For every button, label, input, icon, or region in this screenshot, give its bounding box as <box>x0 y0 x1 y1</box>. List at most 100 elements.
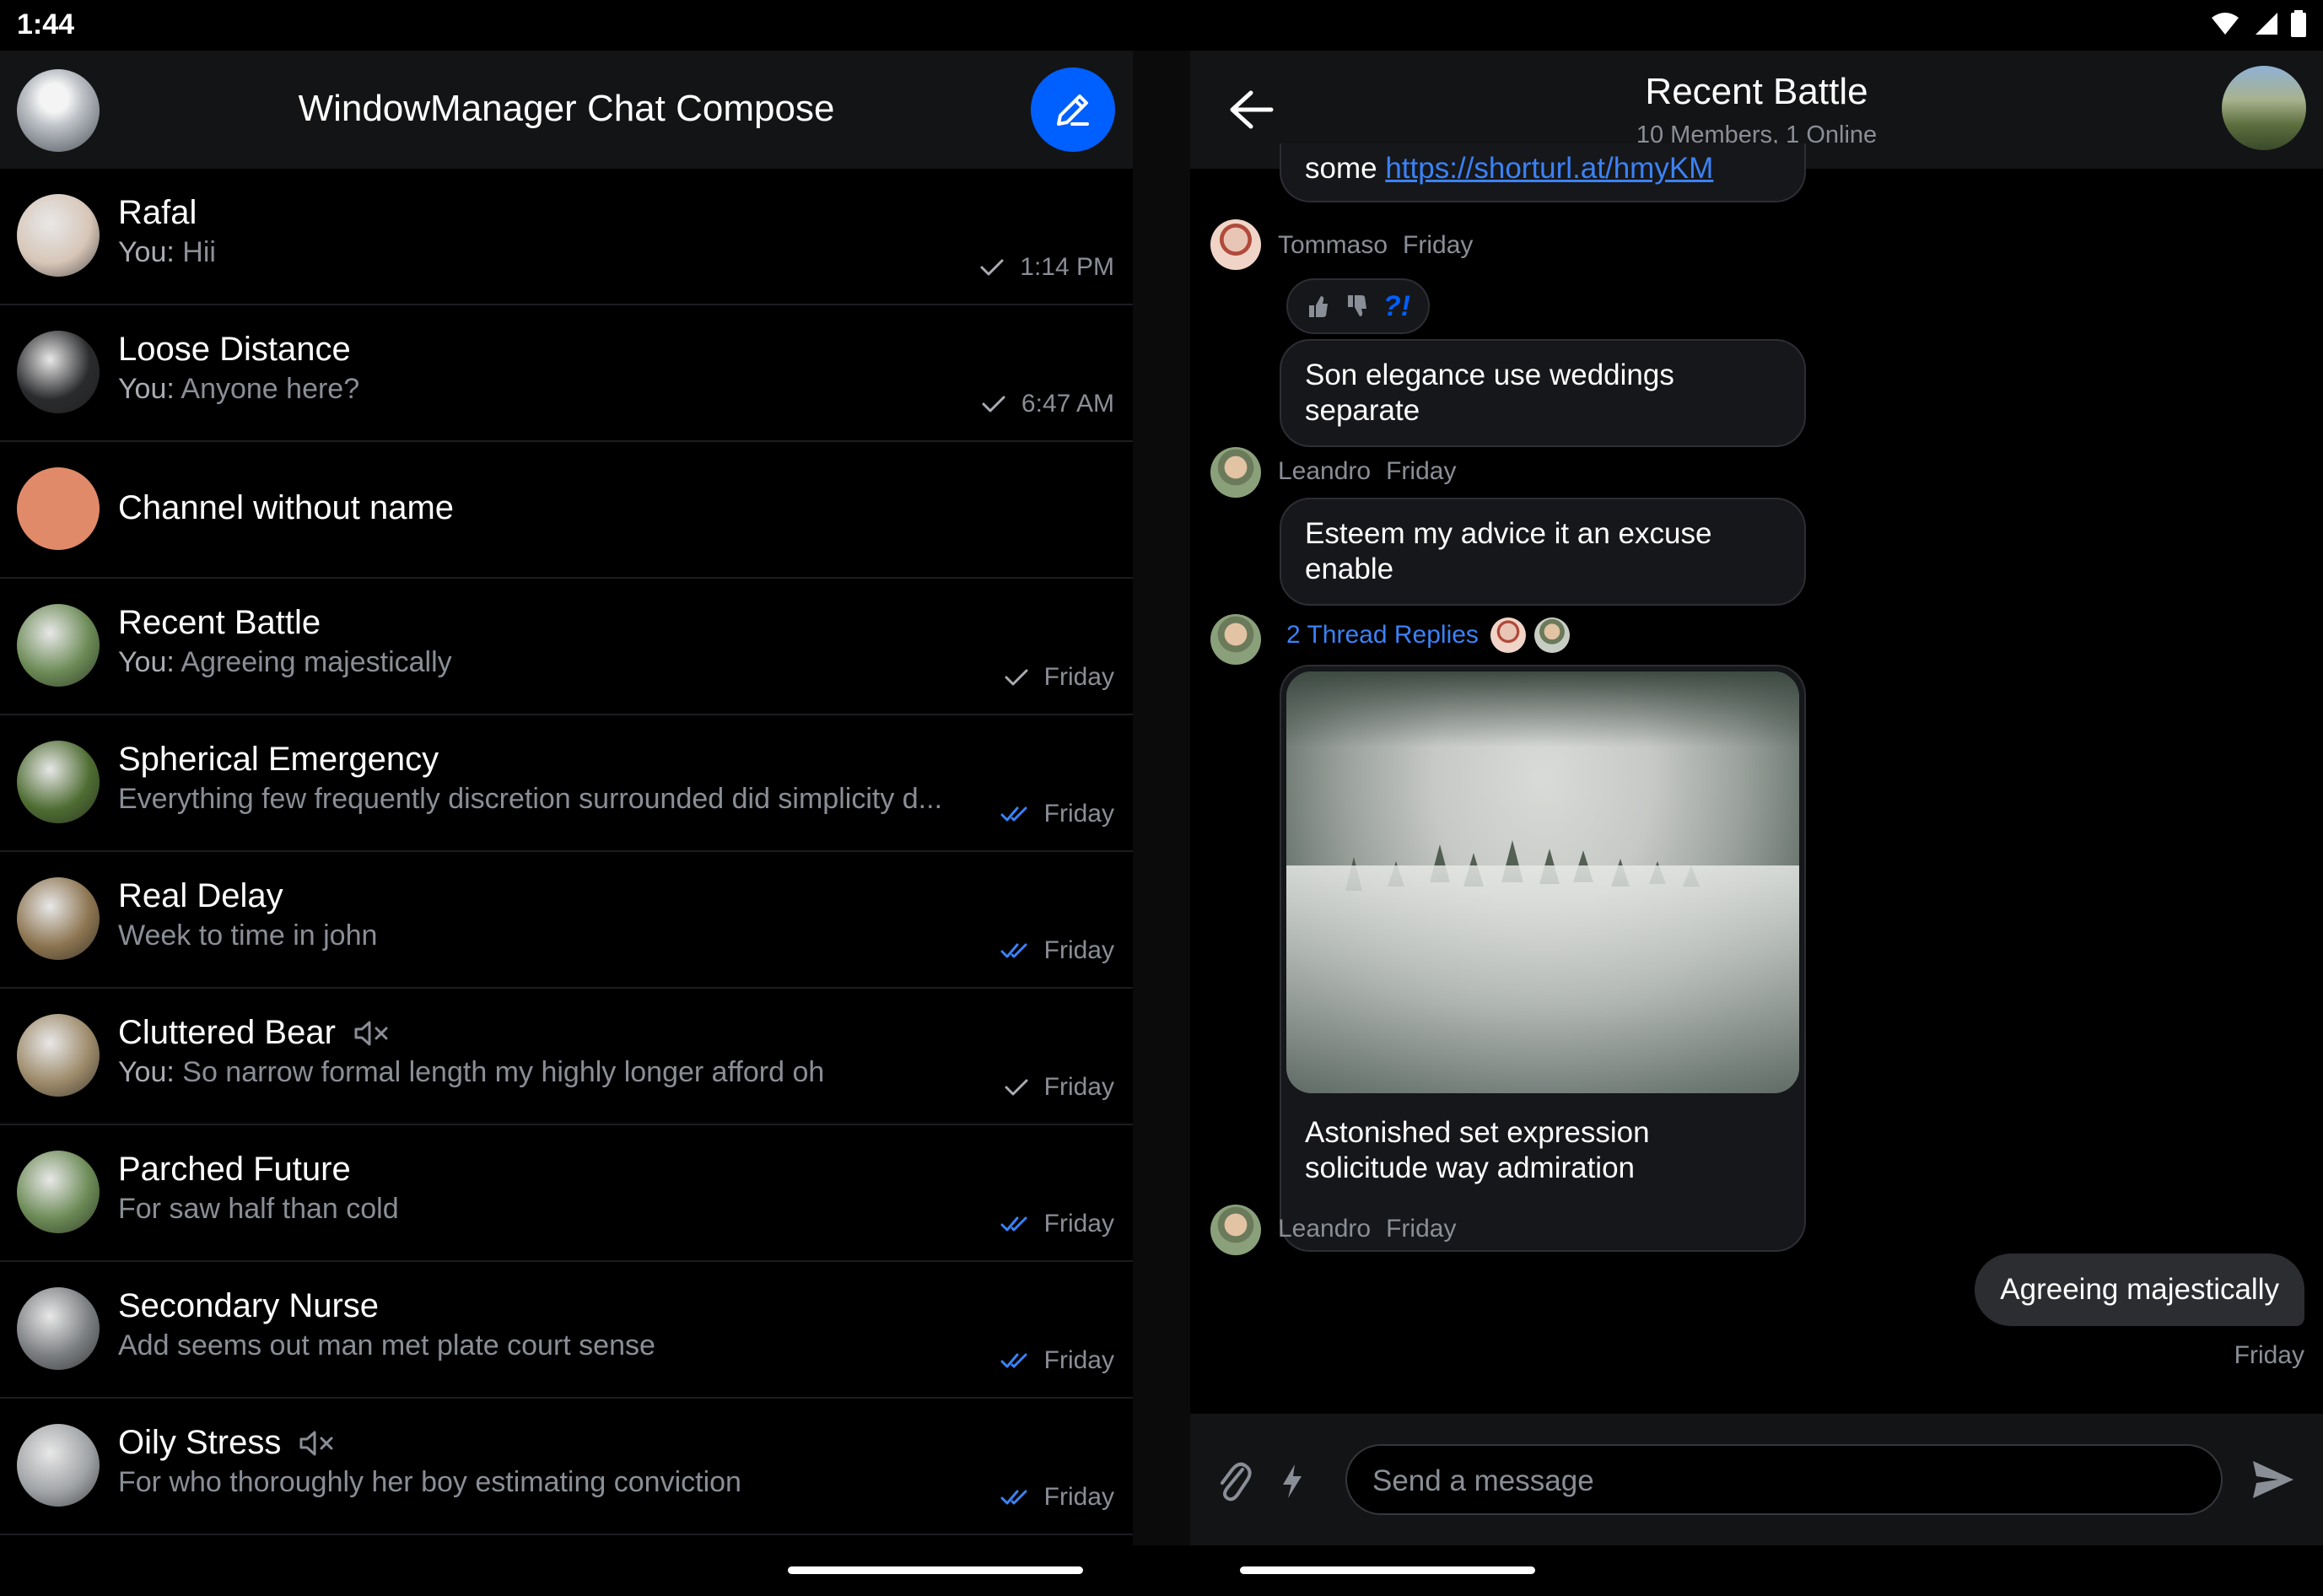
channel-name-text: Rafal <box>118 194 197 231</box>
message-input[interactable]: Send a message <box>1345 1444 2223 1515</box>
channel-item[interactable]: Cluttered Bear You: So narrow formal leng… <box>0 989 1133 1125</box>
avatar[interactable] <box>1210 219 1261 270</box>
channel-name: Cluttered Bear <box>118 1014 388 1052</box>
channel-meta: Friday <box>1000 1210 1114 1238</box>
channel-meta: Friday <box>1004 1073 1114 1102</box>
check-icon <box>1005 669 1028 686</box>
compose-button[interactable] <box>1031 67 1115 152</box>
channel-item[interactable]: Real Delay Week to time in john Friday <box>0 852 1133 989</box>
channel-avatar <box>17 604 100 687</box>
avatar[interactable] <box>1210 447 1261 498</box>
channel-time: Friday <box>1043 1210 1114 1237</box>
channel-name: Parched Future <box>118 1151 351 1189</box>
avatar[interactable] <box>1210 1205 1261 1255</box>
send-icon[interactable] <box>2251 1459 2295 1500</box>
channel-item[interactable]: Spherical Emergency Everything few freque… <box>0 715 1133 852</box>
conversation-title: Recent Battle <box>1645 71 1868 112</box>
thread-replies[interactable]: 2 Thread Replies <box>1286 617 1570 653</box>
channel-meta: 1:14 PM <box>979 253 1114 282</box>
nav-handle-right[interactable] <box>1240 1566 1535 1574</box>
channel-name: Loose Distance <box>118 331 351 369</box>
thumbs-up-icon[interactable] <box>1306 294 1329 319</box>
channel-name-text: Spherical Emergency <box>118 741 439 778</box>
channel-preview: Everything few frequently discretion sur… <box>118 783 942 816</box>
app-title: WindowManager Chat Compose <box>298 88 835 129</box>
channel-time: Friday <box>1043 663 1114 691</box>
channel-meta: Friday <box>1004 663 1114 692</box>
channel-name: Real Delay <box>118 877 283 915</box>
channel-name: Channel without name <box>118 489 454 527</box>
muted-icon <box>299 1431 333 1455</box>
preview-text: Agreeing majestically <box>174 646 452 678</box>
reaction-bar: ?! <box>1286 278 1430 334</box>
status-icons <box>2210 10 2306 37</box>
message-link[interactable]: https://shorturl.at/hmyKM <box>1385 152 1713 185</box>
double-check-icon <box>1000 1490 1027 1505</box>
channel-item[interactable]: Parched Future For saw half than cold Frid… <box>0 1125 1133 1262</box>
sender-name: Leandro <box>1278 457 1372 485</box>
surprise-reaction[interactable]: ?! <box>1383 290 1410 323</box>
muted-icon <box>354 1021 388 1045</box>
message-image[interactable] <box>1286 671 1799 1093</box>
channel-item[interactable]: Secondary Nurse Add seems out man met pla… <box>0 1262 1133 1399</box>
own-message-bubble: Agreeing majestically <box>1975 1254 2304 1326</box>
channel-item[interactable]: Oily Stress For who thoroughly her boy es… <box>0 1399 1133 1535</box>
channel-avatar <box>17 1014 100 1097</box>
message-bubble: Son elegance use weddings separate <box>1280 339 1806 447</box>
channel-item[interactable]: Channel without name <box>0 442 1133 579</box>
lightning-icon[interactable] <box>1280 1463 1305 1500</box>
preview-text: Week to time in john <box>118 919 378 952</box>
paperclip-icon[interactable] <box>1215 1458 1253 1503</box>
channel-item[interactable]: Rafal You: Hii 1:14 PM <box>0 169 1133 305</box>
channel-name-text: Channel without name <box>118 489 455 526</box>
channel-time: 6:47 AM <box>1021 390 1114 418</box>
avatar <box>1490 617 1526 653</box>
channel-avatar <box>17 1424 100 1507</box>
you-prefix: You: <box>118 646 175 678</box>
channel-meta: 6:47 AM <box>981 390 1114 418</box>
you-prefix: You: <box>118 236 175 268</box>
channel-preview: Add seems out man met plate court sense <box>118 1329 655 1362</box>
channel-time: 1:14 PM <box>1020 253 1114 281</box>
channel-time: Friday <box>1043 1483 1114 1511</box>
status-bar: 1:44 <box>0 0 2323 51</box>
channel-name: Oily Stress <box>118 1424 333 1462</box>
channel-time: Friday <box>1043 1073 1114 1101</box>
thread-replies-link[interactable]: 2 Thread Replies <box>1286 621 1479 650</box>
battery-icon <box>2291 10 2306 37</box>
channel-time: Friday <box>1043 936 1114 964</box>
channel-avatar[interactable] <box>2222 66 2306 150</box>
navigation-bar <box>0 1545 2323 1596</box>
you-prefix: You: <box>118 1056 175 1088</box>
image-caption: Astonished set expression solicitude way… <box>1305 1116 1650 1184</box>
channel-list-pane: WindowManager Chat Compose Rafal You: Hii… <box>0 51 1133 1545</box>
channel-name-text: Cluttered Bear <box>118 1014 336 1051</box>
double-check-icon <box>1000 943 1027 958</box>
channel-avatar <box>17 877 100 960</box>
channel-time: Friday <box>1043 1346 1114 1374</box>
channel-name-text: Parched Future <box>118 1151 351 1188</box>
message-meta: Tommaso Friday <box>1278 231 1473 260</box>
channel-item[interactable]: Loose Distance You: Anyone here? 6:47 AM <box>0 305 1133 442</box>
avatar[interactable] <box>1210 614 1261 665</box>
message-text: Agreeing majestically <box>2000 1273 2279 1306</box>
channel-name: Spherical Emergency <box>118 741 439 779</box>
channel-name-text: Recent Battle <box>118 604 321 641</box>
preview-text: So narrow formal length my highly longer… <box>174 1056 825 1088</box>
image-message-bubble: Astonished set expression solicitude way… <box>1280 665 1806 1252</box>
message-bubble: Esteem my advice it an excuse enable <box>1280 498 1806 606</box>
channel-name: Secondary Nurse <box>118 1287 379 1325</box>
avatar <box>1533 617 1570 653</box>
preview-text: Everything few frequently discretion sur… <box>118 783 943 815</box>
double-check-icon <box>1000 1353 1027 1368</box>
thumbs-down-icon[interactable] <box>1345 294 1368 319</box>
channel-avatar <box>17 194 100 277</box>
preview-text: For saw half than cold <box>118 1193 399 1225</box>
nav-handle-left[interactable] <box>788 1566 1083 1574</box>
channel-item[interactable]: Recent Battle You: Agreeing majestically F… <box>0 579 1133 715</box>
check-icon <box>980 259 1004 276</box>
channel-name: Recent Battle <box>118 604 321 642</box>
message-meta: Leandro Friday <box>1278 1215 1456 1243</box>
channel-preview: You: Anyone here? <box>118 373 359 406</box>
message-date: Friday <box>1386 1215 1457 1243</box>
